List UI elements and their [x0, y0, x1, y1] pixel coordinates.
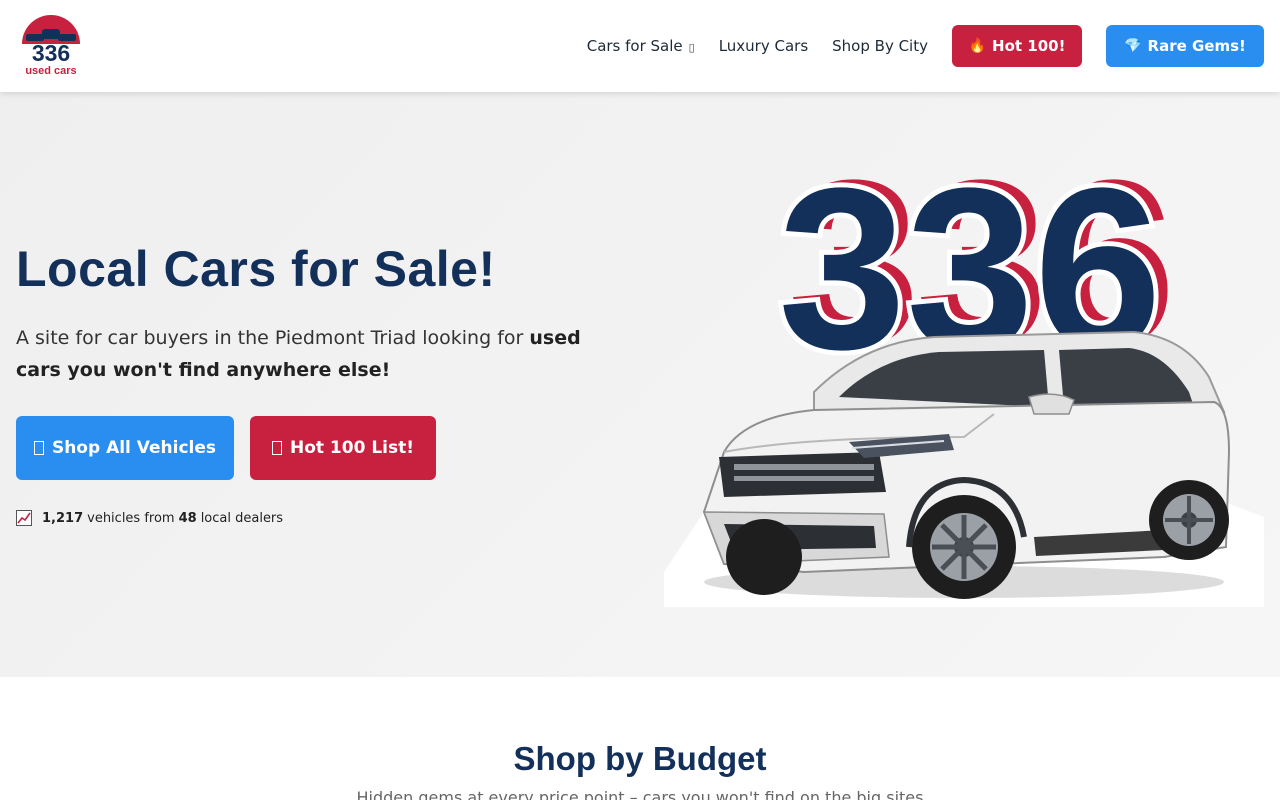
nav-cars-for-sale-label: Cars for Sale — [586, 37, 683, 55]
hero-car-illustration: 336 336 336 — [664, 152, 1264, 607]
hot-100-list-button[interactable]: Hot 100 List! — [250, 416, 436, 480]
nav-luxury-cars[interactable]: Luxury Cars — [719, 37, 808, 55]
car-icon — [33, 441, 44, 455]
section-subtitle-budget: Hidden gems at every price point – cars … — [356, 788, 924, 800]
gem-icon: 💎 — [1124, 38, 1142, 54]
site-header: 336 used cars Cars for Sale ▯ Luxury Cars… — [0, 0, 1280, 92]
section-title-budget: Shop by Budget — [513, 740, 767, 777]
hero-subtitle: A site for car buyers in the Piedmont Tr… — [16, 322, 616, 386]
rare-gems-button[interactable]: 💎 Rare Gems! — [1106, 25, 1264, 67]
nav-shop-by-city[interactable]: Shop By City — [832, 37, 928, 55]
main-nav: Cars for Sale ▯ Luxury Cars Shop By City … — [587, 25, 1264, 67]
hero-title: Local Cars for Sale! — [16, 241, 496, 297]
shop-all-vehicles-label: Shop All Vehicles — [51, 438, 217, 458]
site-logo[interactable]: 336 used cars — [16, 14, 86, 78]
chevron-down-icon: ▯ — [688, 41, 695, 54]
hero-section: Local Cars for Sale! A site for car buye… — [0, 92, 1280, 677]
inventory-stats: 1,217 vehicles from 48 local dealers — [16, 510, 283, 526]
hot-100-label: Hot 100! — [992, 37, 1066, 55]
rare-gems-label: Rare Gems! — [1147, 37, 1246, 55]
hero-subtitle-text: A site for car buyers in the Piedmont Tr… — [16, 327, 530, 349]
fire-icon: 🔥 — [968, 38, 987, 54]
logo-text: used cars — [25, 65, 76, 77]
fire-icon — [271, 441, 282, 455]
nav-cars-for-sale[interactable]: Cars for Sale ▯ — [587, 37, 695, 55]
hot-100-button[interactable]: 🔥 Hot 100! — [952, 25, 1082, 67]
vehicles-text: vehicles from — [87, 510, 175, 526]
shop-all-vehicles-button[interactable]: Shop All Vehicles — [16, 416, 234, 480]
vehicle-count: 1,217 — [42, 510, 84, 526]
dealer-count: 48 — [178, 510, 197, 526]
hot-100-list-label: Hot 100 List! — [289, 438, 414, 458]
logo-number: 336 — [32, 40, 70, 66]
dealers-text: local dealers — [200, 510, 284, 526]
chart-increasing-icon — [16, 510, 32, 526]
